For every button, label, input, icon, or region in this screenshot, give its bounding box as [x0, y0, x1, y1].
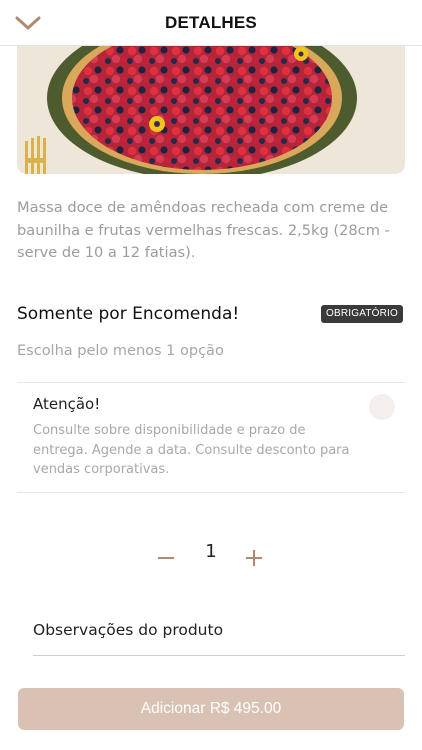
option-group-title: Somente por Encomenda!: [17, 304, 240, 324]
notes-field-label[interactable]: Observações do produto: [33, 621, 223, 639]
option-radio[interactable]: [369, 394, 395, 420]
quantity-stepper: 1: [150, 537, 270, 577]
page-title: DETALHES: [165, 13, 257, 32]
divider: [17, 492, 405, 493]
product-description: Massa doce de amêndoas recheada com crem…: [17, 199, 390, 261]
option-item-atencao[interactable]: Atenção! Consulte sobre disponibilidade …: [17, 383, 405, 491]
plus-icon[interactable]: [246, 543, 264, 569]
minus-icon[interactable]: [158, 543, 176, 569]
required-badge: OBRIGATÓRIO: [320, 305, 403, 323]
add-to-cart-button[interactable]: Adicionar R$ 495.00: [18, 688, 404, 730]
product-image: [17, 46, 405, 174]
notes-field-underline: [33, 655, 405, 656]
quantity-value: 1: [205, 541, 217, 562]
option-title: Atenção!: [33, 395, 101, 413]
option-description: Consulte sobre disponibilidade e prazo d…: [33, 423, 350, 477]
option-group-subtitle: Escolha pelo menos 1 opção: [17, 343, 224, 359]
header-bar: DETALHES: [0, 0, 422, 46]
